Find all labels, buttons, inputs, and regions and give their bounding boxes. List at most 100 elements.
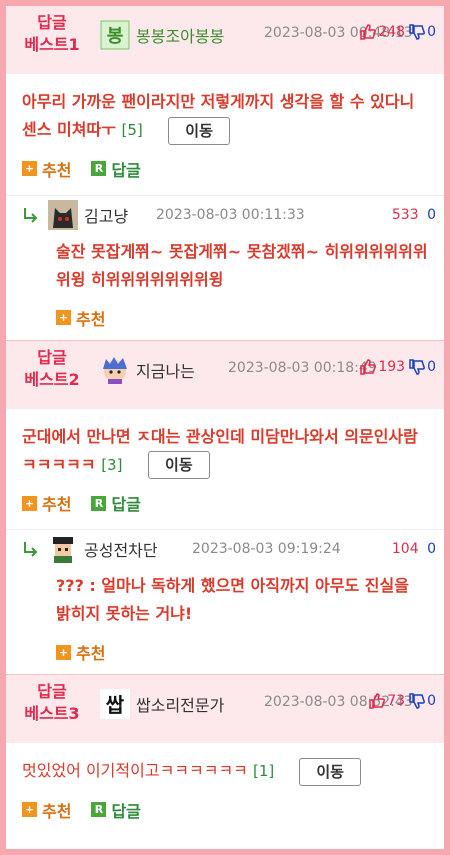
reply-count: [1] [252,762,275,780]
nested-down-vote-count: 0 [427,541,436,557]
post-date: 2023-08-03 00:18:49 [228,359,377,376]
green-level-icon: 봉 [100,20,130,50]
thumbs-up-icon[interactable] [360,358,377,375]
plus-icon: + [22,802,37,817]
nested-author-name: 공성전차단 [84,541,158,560]
nested-author[interactable]: 공성전차단 [48,534,158,564]
recommend-label: 추천 [42,495,72,514]
nested-reply-content: ??? : 얼마나 독하게 했으면 아직까지 아무도 진실을 밝히지 못하는 거… [56,576,409,623]
nested-recommend-button[interactable]: + 추천 [56,640,105,664]
author-name: 쌉소리전문가 [136,696,225,715]
move-button[interactable]: 이동 [299,757,361,786]
vote-counts: 73 0 [367,693,436,709]
recommend-button[interactable]: + 추천 [22,157,71,181]
reply-arrow-icon [22,206,40,224]
best-badge-label: 답글 [37,347,67,367]
best-reply-header: 답글 베스트1 봉 봉봉조아봉봉 2023-08-03 00:48:13 248 [6,6,444,74]
reply-content: 멋있었어 이기적이고ㅋㅋㅋㅋㅋㅋ [1] 이동 [6,743,444,792]
author[interactable]: 봉 봉봉조아봉봉 [100,20,224,50]
thumbs-down-icon[interactable] [409,358,426,375]
thumbs-up-icon[interactable] [369,693,386,709]
nested-reply: 김고냥 2023-08-03 00:11:33 533 0 술잔 못잡게쮜~ 못… [6,194,444,340]
nested-reply-actions: + 추천 [6,300,444,340]
vote-counts: 248 0 [358,24,436,40]
reply-content: 군대에서 만나면 ㅈ대는 관상인데 미담만나와서 의문인사람 ㅋㅋㅋㅋㅋ [3]… [6,409,444,486]
reply-count: [5] [121,121,143,139]
recommend-label: 추천 [42,801,72,821]
reply-actions: + 추천 R 답글 [6,792,444,836]
recommend-label: 추천 [76,309,106,329]
reply-r-icon: R [91,802,107,817]
ssap-text-avatar-icon: 쌉 [100,689,130,719]
move-button[interactable]: 이동 [148,451,210,479]
author[interactable]: 지금나는 [100,355,195,385]
down-vote-count: 0 [427,358,436,375]
nested-date: 2023-08-03 09:19:24 [192,541,341,557]
thumbs-down-icon[interactable] [409,24,426,40]
reply-r-icon: R [91,161,107,176]
reply-text: 군대에서 만나면 ㅈ대는 관상인데 미담만나와서 의문인사람 ㅋㅋㅋㅋㅋ [22,426,418,474]
reply-button[interactable]: R 답글 [91,157,141,181]
best-reply-header: 답글 베스트2 지금나는 2023-08-03 00:18:49 193 0 [6,340,444,409]
recommend-label: 추천 [76,644,106,663]
reply-actions: + 추천 R 답글 [6,151,444,195]
nested-reply-header: 김고냥 2023-08-03 00:11:33 533 0 [6,196,444,234]
plus-icon: + [56,310,71,325]
nested-date: 2023-08-03 00:11:33 [156,206,305,223]
down-vote-count: 0 [427,24,436,40]
down-vote-count: 0 [427,693,436,709]
reply-actions: + 추천 R 답글 [6,485,444,529]
nested-author-name: 김고냥 [84,206,129,226]
move-button[interactable]: 이동 [168,116,230,145]
reply-r-icon: R [91,495,107,511]
nested-reply: 공성전차단 2023-08-03 09:19:24 104 0 ??? : 얼마… [6,529,444,674]
nested-reply-content: 술잔 못잡게쮜~ 못잡게쮜~ 못참겠쮜~ 히위위위위위위위윙 히위위위위위위위윙 [56,241,428,289]
recommend-label: 추천 [42,160,72,180]
reply-text: 멋있었어 이기적이고ㅋㅋㅋㅋㅋㅋ [22,761,248,780]
reply-label: 답글 [111,160,141,180]
author-name: 봉봉조아봉봉 [136,27,225,46]
nested-recommend-button[interactable]: + 추천 [56,306,105,330]
up-vote-count: 193 [378,358,406,375]
nested-up-vote-count: 533 [391,206,419,223]
reply-label: 답글 [111,495,141,514]
svg-text:봉: 봉 [107,26,124,47]
nested-reply-actions: + 추천 [6,634,444,674]
reply-arrow-icon [22,540,40,558]
up-vote-count: 73 [387,693,406,709]
thumbs-up-icon[interactable] [360,24,377,40]
cat-avatar-icon [48,199,78,230]
best-badge: 답글 베스트2 [6,347,98,391]
reply-button[interactable]: R 답글 [91,798,141,822]
vote-counts: 193 0 [358,359,436,375]
best-badge: 답글 베스트1 [6,12,98,56]
pixel-soldier-avatar-icon [48,534,78,564]
nested-vote-counts: 533 0 [392,207,436,223]
reply-button[interactable]: R 답글 [91,491,141,515]
svg-text:쌉: 쌉 [106,693,125,717]
nested-vote-counts: 104 0 [392,541,436,557]
nested-author[interactable]: 김고냥 [48,199,129,230]
best-badge-label: 답글 [37,13,67,32]
author[interactable]: 쌉 쌉소리전문가 [100,689,224,719]
best-badge-rank: 베스트3 [24,704,80,723]
plus-icon: + [22,495,37,511]
character-avatar-icon [100,355,130,385]
best-badge: 답글 베스트3 [6,681,98,725]
best-badge-rank: 베스트2 [24,369,80,389]
best-badge-label: 답글 [37,682,67,701]
plus-icon: + [22,161,37,176]
best-badge-rank: 베스트1 [24,35,80,54]
best-reply-header: 답글 베스트3 쌉 쌉소리전문가 2023-08-03 08:52:43 73 [6,675,444,743]
recommend-button[interactable]: + 추천 [22,491,71,515]
nested-reply-header: 공성전차단 2023-08-03 09:19:24 104 0 [6,530,444,568]
thumbs-down-icon[interactable] [409,693,426,709]
nested-down-vote-count: 0 [427,206,436,223]
author-name: 지금나는 [136,361,195,381]
recommend-button[interactable]: + 추천 [22,798,71,822]
best-reply-1: 답글 베스트1 봉 봉봉조아봉봉 2023-08-03 00:48:13 248 [6,6,444,341]
reply-label: 답글 [111,801,141,821]
plus-icon: + [56,644,71,660]
best-reply-3: 답글 베스트3 쌉 쌉소리전문가 2023-08-03 08:52:43 73 [6,675,444,836]
up-vote-count: 248 [378,24,406,40]
